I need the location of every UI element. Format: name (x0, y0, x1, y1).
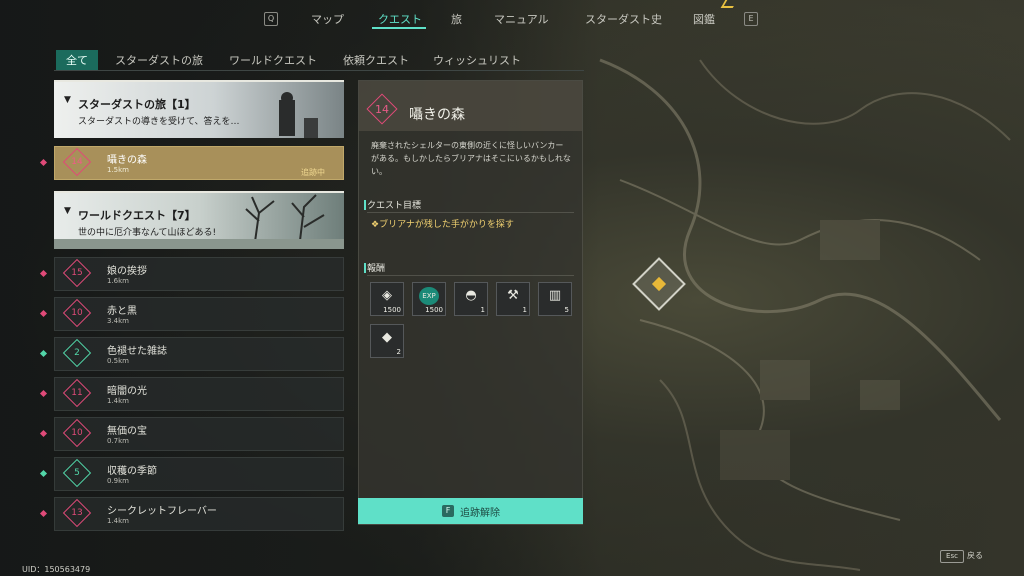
untrack-label: 追跡解除 (460, 508, 500, 519)
quest-name: 収穫の季節 (107, 466, 157, 477)
quest-item[interactable]: 11 暗闇の光 1.4km (39, 377, 344, 411)
quest-name: 色褪せた雑誌 (107, 346, 167, 357)
category-subtitle: 世の中に厄介事なんて山ほどある! (78, 228, 217, 238)
quest-distance: 1.5km (107, 166, 130, 174)
detail-level: 14 (375, 103, 389, 116)
quest-item[interactable]: 5 収穫の季節 0.9km (39, 457, 344, 491)
quest-level: 13 (71, 508, 83, 518)
reward-slot[interactable]: ▥ 5 (538, 282, 572, 316)
section-marker (364, 200, 366, 210)
quest-name: シークレットフレーバー (107, 506, 217, 517)
untrack-button[interactable]: F 追跡解除 (358, 498, 583, 524)
reward-count: 1500 (383, 306, 401, 314)
objective-bullet-icon: ❖ (371, 220, 380, 230)
quest-distance: 0.7km (107, 437, 130, 445)
esc-key-icon: Esc (940, 550, 964, 563)
quest-name: 娘の挨拶 (107, 266, 147, 277)
quest-name: 囁きの森 (107, 155, 147, 166)
tracking-status: 追跡中 (301, 168, 325, 177)
filter-divider (54, 70, 584, 71)
target-chip-icon: ◈ (382, 288, 392, 303)
objective-text: ブリアナが残した手がかりを探す (379, 220, 514, 230)
quest-item[interactable]: 15 娘の挨拶 1.6km (39, 257, 344, 291)
quest-distance: 1.4km (107, 397, 130, 405)
cap-icon: ◓ (465, 288, 477, 303)
detail-description: 廃棄されたシェルターの東側の近くに怪しいバンカーがある。もしかしたらブリアナはそ… (371, 141, 571, 176)
next-tab-key[interactable]: E (744, 12, 758, 26)
quest-name: 無価の宝 (107, 426, 147, 437)
reward-slot[interactable]: ⚒ 1 (496, 282, 530, 316)
category-stardust-journey[interactable]: ▼ スターダストの旅【1】 スターダストの導きを受けて、答えを… (54, 80, 344, 138)
quest-level: 2 (74, 348, 80, 358)
quest-level: 5 (74, 468, 80, 478)
nav-active-underline (372, 27, 426, 29)
category-title: ワールドクエスト【7】 (78, 209, 196, 222)
reward-count: 1 (522, 306, 527, 314)
filter-wishlist[interactable]: ウィッシュリスト (433, 52, 521, 68)
quest-item[interactable]: 13 シークレットフレーバー 1.4km (39, 497, 344, 531)
category-title: スターダストの旅【1】 (78, 98, 196, 111)
filter-world-quest[interactable]: ワールドクエスト (229, 52, 317, 68)
quest-level: 11 (71, 388, 83, 398)
filter-all[interactable]: 全て (56, 50, 98, 70)
quest-item[interactable]: 10 赤と黒 3.4km (39, 297, 344, 331)
quest-name: 暗闇の光 (107, 386, 147, 397)
nav-encyclopedia[interactable]: 図鑑 (693, 11, 715, 27)
quest-item-selected[interactable]: 14 囁きの森 1.5km 追跡中 (39, 146, 344, 180)
quest-detail-panel: 14 囁きの森 廃棄されたシェルターの東側の近くに怪しいバンカーがある。もしかし… (358, 80, 583, 525)
quest-name: 赤と黒 (107, 306, 137, 317)
detail-title: 囁きの森 (409, 107, 465, 123)
quest-distance: 1.6km (107, 277, 130, 285)
quest-item[interactable]: 2 色褪せた雑誌 0.5km (39, 337, 344, 371)
reward-count: 1500 (425, 306, 443, 314)
nav-map[interactable]: マップ (311, 11, 344, 27)
back-label: 戻る (967, 551, 983, 560)
quest-level: 10 (71, 428, 83, 438)
reward-count: 2 (396, 348, 401, 356)
f-key-icon: F (442, 505, 454, 517)
category-world-quest[interactable]: ▼ ワールドクエスト【7】 世の中に厄介事なんて山ほどある! (54, 191, 344, 249)
section-divider (367, 275, 574, 276)
reward-count: 1 (480, 306, 485, 314)
section-divider (367, 212, 574, 213)
section-marker (364, 263, 366, 273)
collapse-chevron-icon: ▼ (64, 95, 71, 105)
reward-count: 5 (564, 306, 569, 314)
canister-icon: ▥ (548, 288, 562, 303)
objective-header: クエスト目標 (367, 201, 422, 211)
rewards-header: 報酬 (367, 264, 386, 274)
exp-icon: EXP (419, 287, 439, 305)
wrench-icon: ⚒ (507, 288, 519, 303)
nav-journey[interactable]: 旅 (451, 11, 462, 27)
nav-stardust-history[interactable]: スターダスト史 (585, 11, 662, 27)
crystal-icon: ◆ (382, 330, 392, 345)
quest-objective: ❖ブリアナが残した手がかりを探す (371, 218, 541, 232)
quest-level: 14 (71, 157, 83, 167)
quest-distance: 3.4km (107, 317, 130, 325)
quest-distance: 0.9km (107, 477, 130, 485)
quest-item[interactable]: 10 無価の宝 0.7km (39, 417, 344, 451)
nav-manual[interactable]: マニュアル (494, 11, 549, 27)
category-subtitle: スターダストの導きを受けて、答えを… (78, 117, 240, 127)
reward-slot[interactable]: ◓ 1 (454, 282, 488, 316)
quest-distance: 1.4km (107, 517, 130, 525)
reward-slot[interactable]: EXP 1500 (412, 282, 446, 316)
reward-slot[interactable]: ◈ 1500 (370, 282, 404, 316)
user-id: UID：150563479 (22, 565, 91, 574)
top-navigation: Q マップ クエスト 旅 マニュアル スターダスト史 図鑑 E (0, 8, 1024, 30)
quest-distance: 0.5km (107, 357, 130, 365)
nav-quest[interactable]: クエスト (378, 11, 422, 27)
quest-level: 15 (71, 268, 83, 278)
reward-slot[interactable]: ◆ 2 (370, 324, 404, 358)
prev-tab-key[interactable]: Q (264, 12, 278, 26)
quest-level: 10 (71, 308, 83, 318)
filter-stardust-journey[interactable]: スターダストの旅 (115, 52, 203, 68)
filter-request-quest[interactable]: 依頼クエスト (343, 52, 409, 68)
collapse-chevron-icon: ▼ (64, 206, 71, 216)
